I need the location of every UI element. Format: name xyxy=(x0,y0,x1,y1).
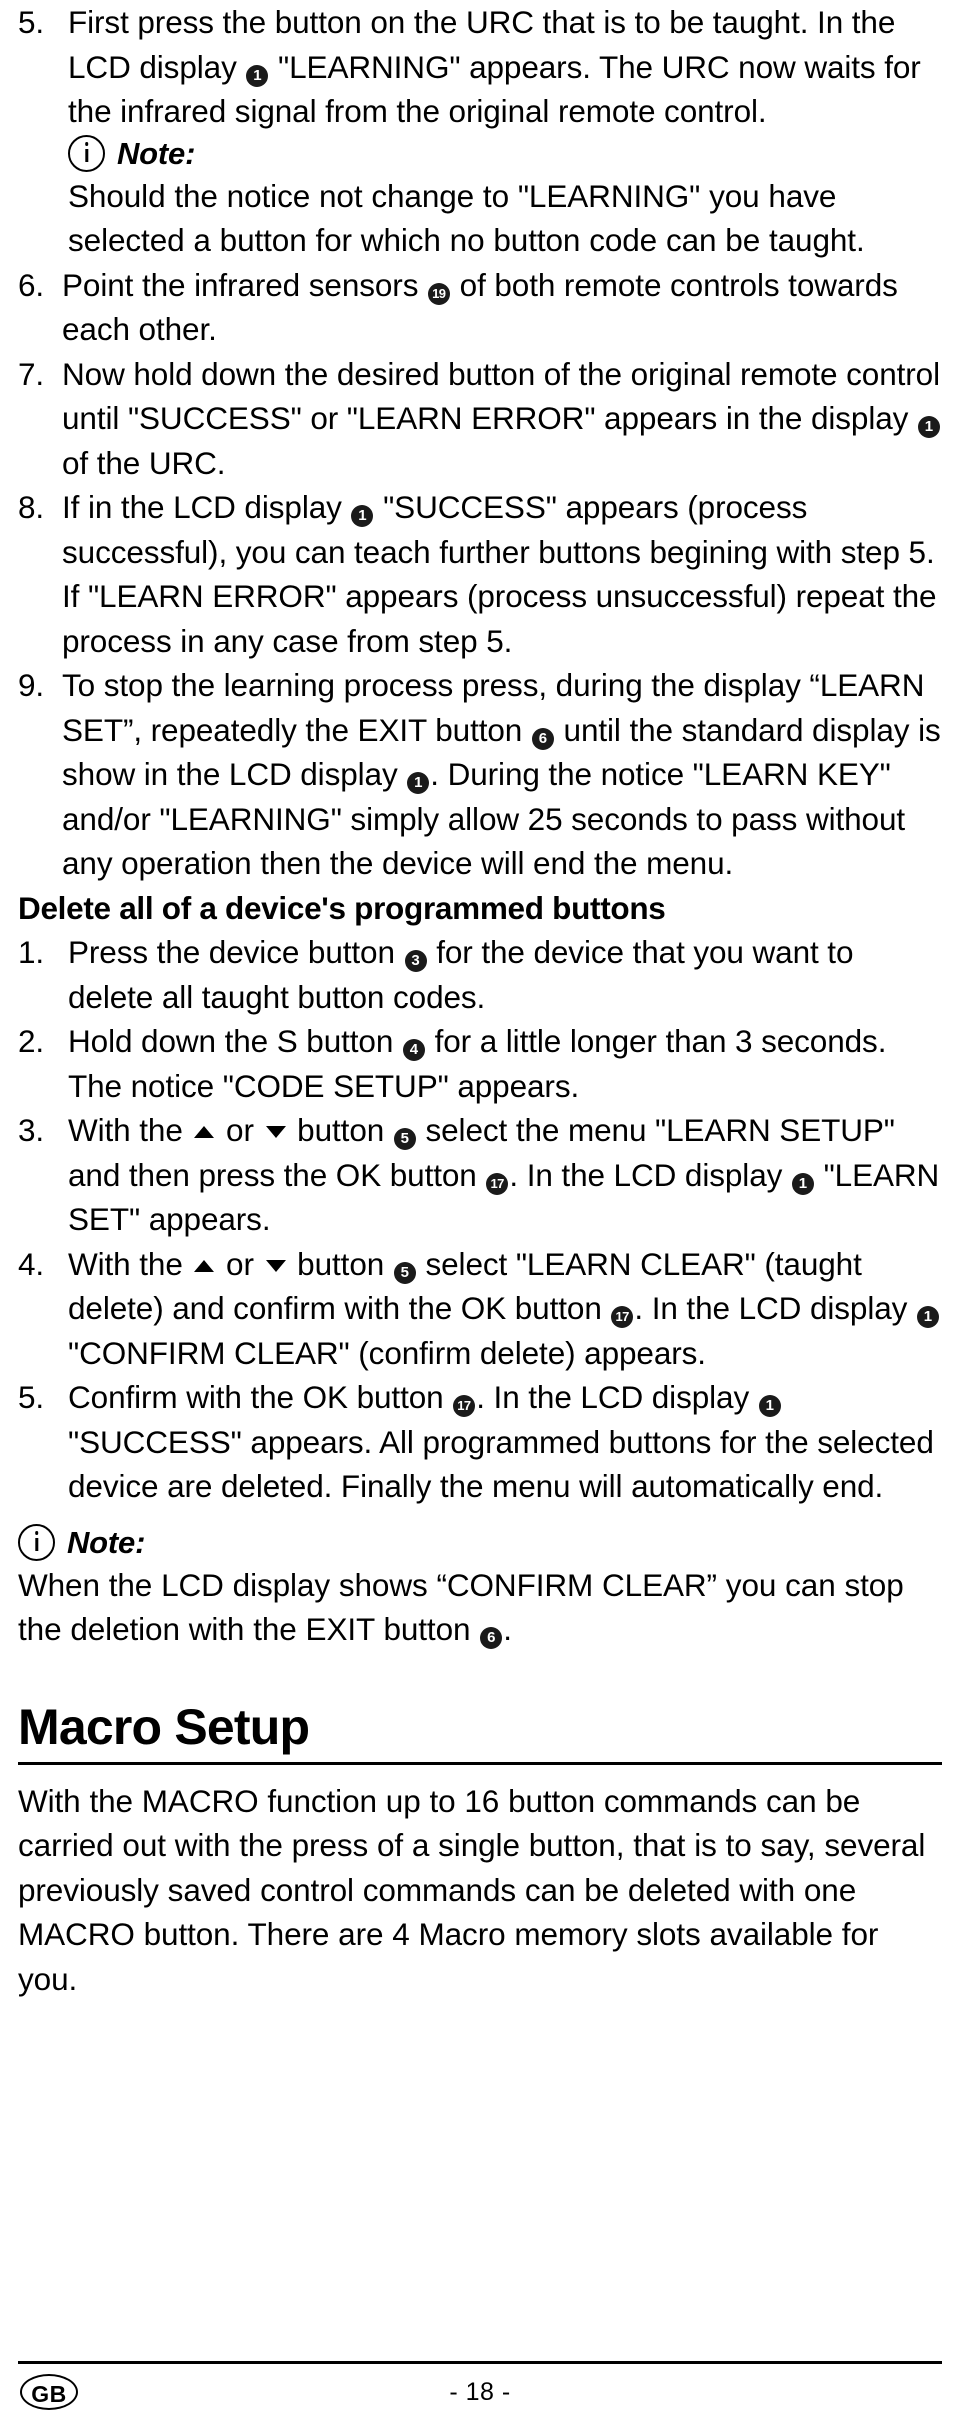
note-body: Should the notice not change to "LEARNIN… xyxy=(68,177,865,259)
list-item-step-7: 7. Now hold down the desired button of t… xyxy=(18,352,942,486)
note-text-part-a: When the LCD display shows “CONFIRM CLEA… xyxy=(18,1566,904,1648)
down-arrow-icon xyxy=(265,1259,286,1272)
callout-badge-6: 6 xyxy=(480,1627,503,1649)
page-title: Macro Setup xyxy=(18,1698,310,1755)
note-label: Note: xyxy=(67,1524,146,1560)
step-text-part-f: "CONFIRM CLEAR" (confirm delete) appears… xyxy=(68,1334,706,1371)
callout-badge-17: 17 xyxy=(486,1172,509,1195)
step-number: 8. xyxy=(18,489,45,525)
step-text-part-e: . In the LCD display xyxy=(509,1156,791,1193)
callout-badge-1: 1 xyxy=(917,416,940,438)
callout-badge-6: 6 xyxy=(531,727,554,750)
callout-badge-4: 4 xyxy=(402,1039,425,1061)
step-number: 5. xyxy=(18,1379,45,1415)
up-arrow-icon xyxy=(194,1126,215,1138)
note-label: Note: xyxy=(117,135,196,171)
list-item-step-6: 6. Point the infrared sensors 19 of both… xyxy=(18,263,942,352)
note-block-2: Note: When the LCD display shows “CONFIR… xyxy=(18,1523,942,1652)
footer-row: GB - 18 - xyxy=(18,2372,942,2418)
language-badge: GB xyxy=(20,2374,78,2410)
step-text-part-a: Press the device button xyxy=(68,934,404,970)
callout-badge-5: 5 xyxy=(393,1261,416,1284)
callout-badge-5: 5 xyxy=(393,1128,416,1150)
step-number: 3. xyxy=(18,1112,45,1148)
step-text-part-a: Confirm with the OK button xyxy=(68,1379,453,1415)
page-footer: GB - 18 - xyxy=(18,2361,942,2418)
step-text: Point the infrared sensors 19 of both re… xyxy=(62,267,898,348)
step-text-part-a: With the xyxy=(68,1245,192,1282)
footer-divider xyxy=(18,2361,942,2364)
list-item-delete-step-2: 2. Hold down the S button 4 for a little… xyxy=(18,1019,942,1108)
step-text: With the or button 5 select the menu "LE… xyxy=(68,1112,939,1237)
step-number: 6. xyxy=(18,266,45,303)
callout-badge-1: 1 xyxy=(791,1172,814,1195)
step-text: Now hold down the desired button of the … xyxy=(62,356,941,481)
callout-badge-1: 1 xyxy=(407,772,430,794)
list-item-delete-step-3: 3. With the or button 5 select the menu … xyxy=(18,1108,942,1242)
callout-badge-1: 1 xyxy=(351,505,374,527)
note-text-part-b: . xyxy=(503,1611,512,1647)
step-number: 4. xyxy=(18,1245,45,1282)
step-text-part-e: . In the LCD display xyxy=(634,1290,916,1326)
callout-badge-3: 3 xyxy=(404,950,427,972)
step-text-part-c: button xyxy=(288,1112,393,1148)
step-number: 5. xyxy=(18,4,45,40)
list-item-delete-step-5: 5. Confirm with the OK button 17. In the… xyxy=(18,1375,942,1509)
note-header: Note: xyxy=(68,134,942,174)
step-text-part-b: or xyxy=(217,1112,263,1148)
page-number: - 18 - xyxy=(449,2378,511,2406)
step-text: Hold down the S button 4 for a little lo… xyxy=(68,1023,886,1104)
step-text: If in the LCD display 1 "SUCCESS" appear… xyxy=(62,489,937,659)
list-item-step-8: 8. If in the LCD display 1 "SUCCESS" app… xyxy=(18,485,942,663)
step-number: 2. xyxy=(18,1023,45,1059)
macro-body-text: With the MACRO function up to 16 button … xyxy=(18,1782,926,1997)
note-block-1: Note: Should the notice not change to "L… xyxy=(18,134,942,263)
manual-page: 5. First press the button on the URC tha… xyxy=(0,0,960,2436)
step-text-part-a: Now hold down the desired button of the … xyxy=(62,355,940,437)
info-icon xyxy=(68,135,105,172)
learning-steps-list: 5. First press the button on the URC tha… xyxy=(18,0,942,886)
callout-badge-17: 17 xyxy=(611,1306,634,1328)
step-text-part-b: or xyxy=(217,1245,263,1282)
list-item-step-9: 9. To stop the learning process press, d… xyxy=(18,663,942,886)
step-text: To stop the learning process press, duri… xyxy=(62,667,941,881)
step-text: With the or button 5 select "LEARN CLEAR… xyxy=(68,1246,940,1371)
step-text-part-a: Point the infrared sensors xyxy=(62,266,427,303)
info-icon xyxy=(18,1524,55,1561)
step-text-part-c: "SUCCESS" appears. All programmed button… xyxy=(68,1423,934,1505)
note-header: Note: xyxy=(18,1523,942,1563)
callout-badge-1: 1 xyxy=(916,1306,939,1328)
list-item-delete-step-4: 4. With the or button 5 select "LEARN CL… xyxy=(18,1242,942,1376)
step-text-part-a: With the xyxy=(68,1112,192,1148)
note-body: When the LCD display shows “CONFIRM CLEA… xyxy=(18,1563,942,1652)
up-arrow-icon xyxy=(194,1259,215,1272)
delete-section-heading: Delete all of a device's programmed butt… xyxy=(18,889,666,926)
step-number: 1. xyxy=(18,934,45,970)
step-number: 9. xyxy=(18,667,45,703)
step-text: Press the device button 3 for the device… xyxy=(68,934,853,1015)
step-text-part-b: . In the LCD display xyxy=(476,1379,758,1415)
callout-badge-19: 19 xyxy=(428,282,450,305)
step-text: Confirm with the OK button 17. In the LC… xyxy=(68,1379,934,1504)
step-text: First press the button on the URC that i… xyxy=(68,4,921,129)
callout-badge-17: 17 xyxy=(453,1395,476,1417)
list-item-step-5: 5. First press the button on the URC tha… xyxy=(18,0,942,134)
callout-badge-1: 1 xyxy=(758,1395,781,1417)
step-number: 7. xyxy=(18,355,45,392)
step-text-part-a: If in the LCD display xyxy=(62,489,351,525)
step-text-part-b: of the URC. xyxy=(62,444,226,481)
step-text-part-a: Hold down the S button xyxy=(68,1023,402,1059)
list-item-delete-step-1: 1. Press the device button 3 for the dev… xyxy=(18,930,942,1019)
delete-steps-list: 1. Press the device button 3 for the dev… xyxy=(18,930,942,1509)
down-arrow-icon xyxy=(265,1126,286,1138)
step-text-part-c: button xyxy=(288,1245,393,1282)
callout-badge-1: 1 xyxy=(246,64,269,87)
